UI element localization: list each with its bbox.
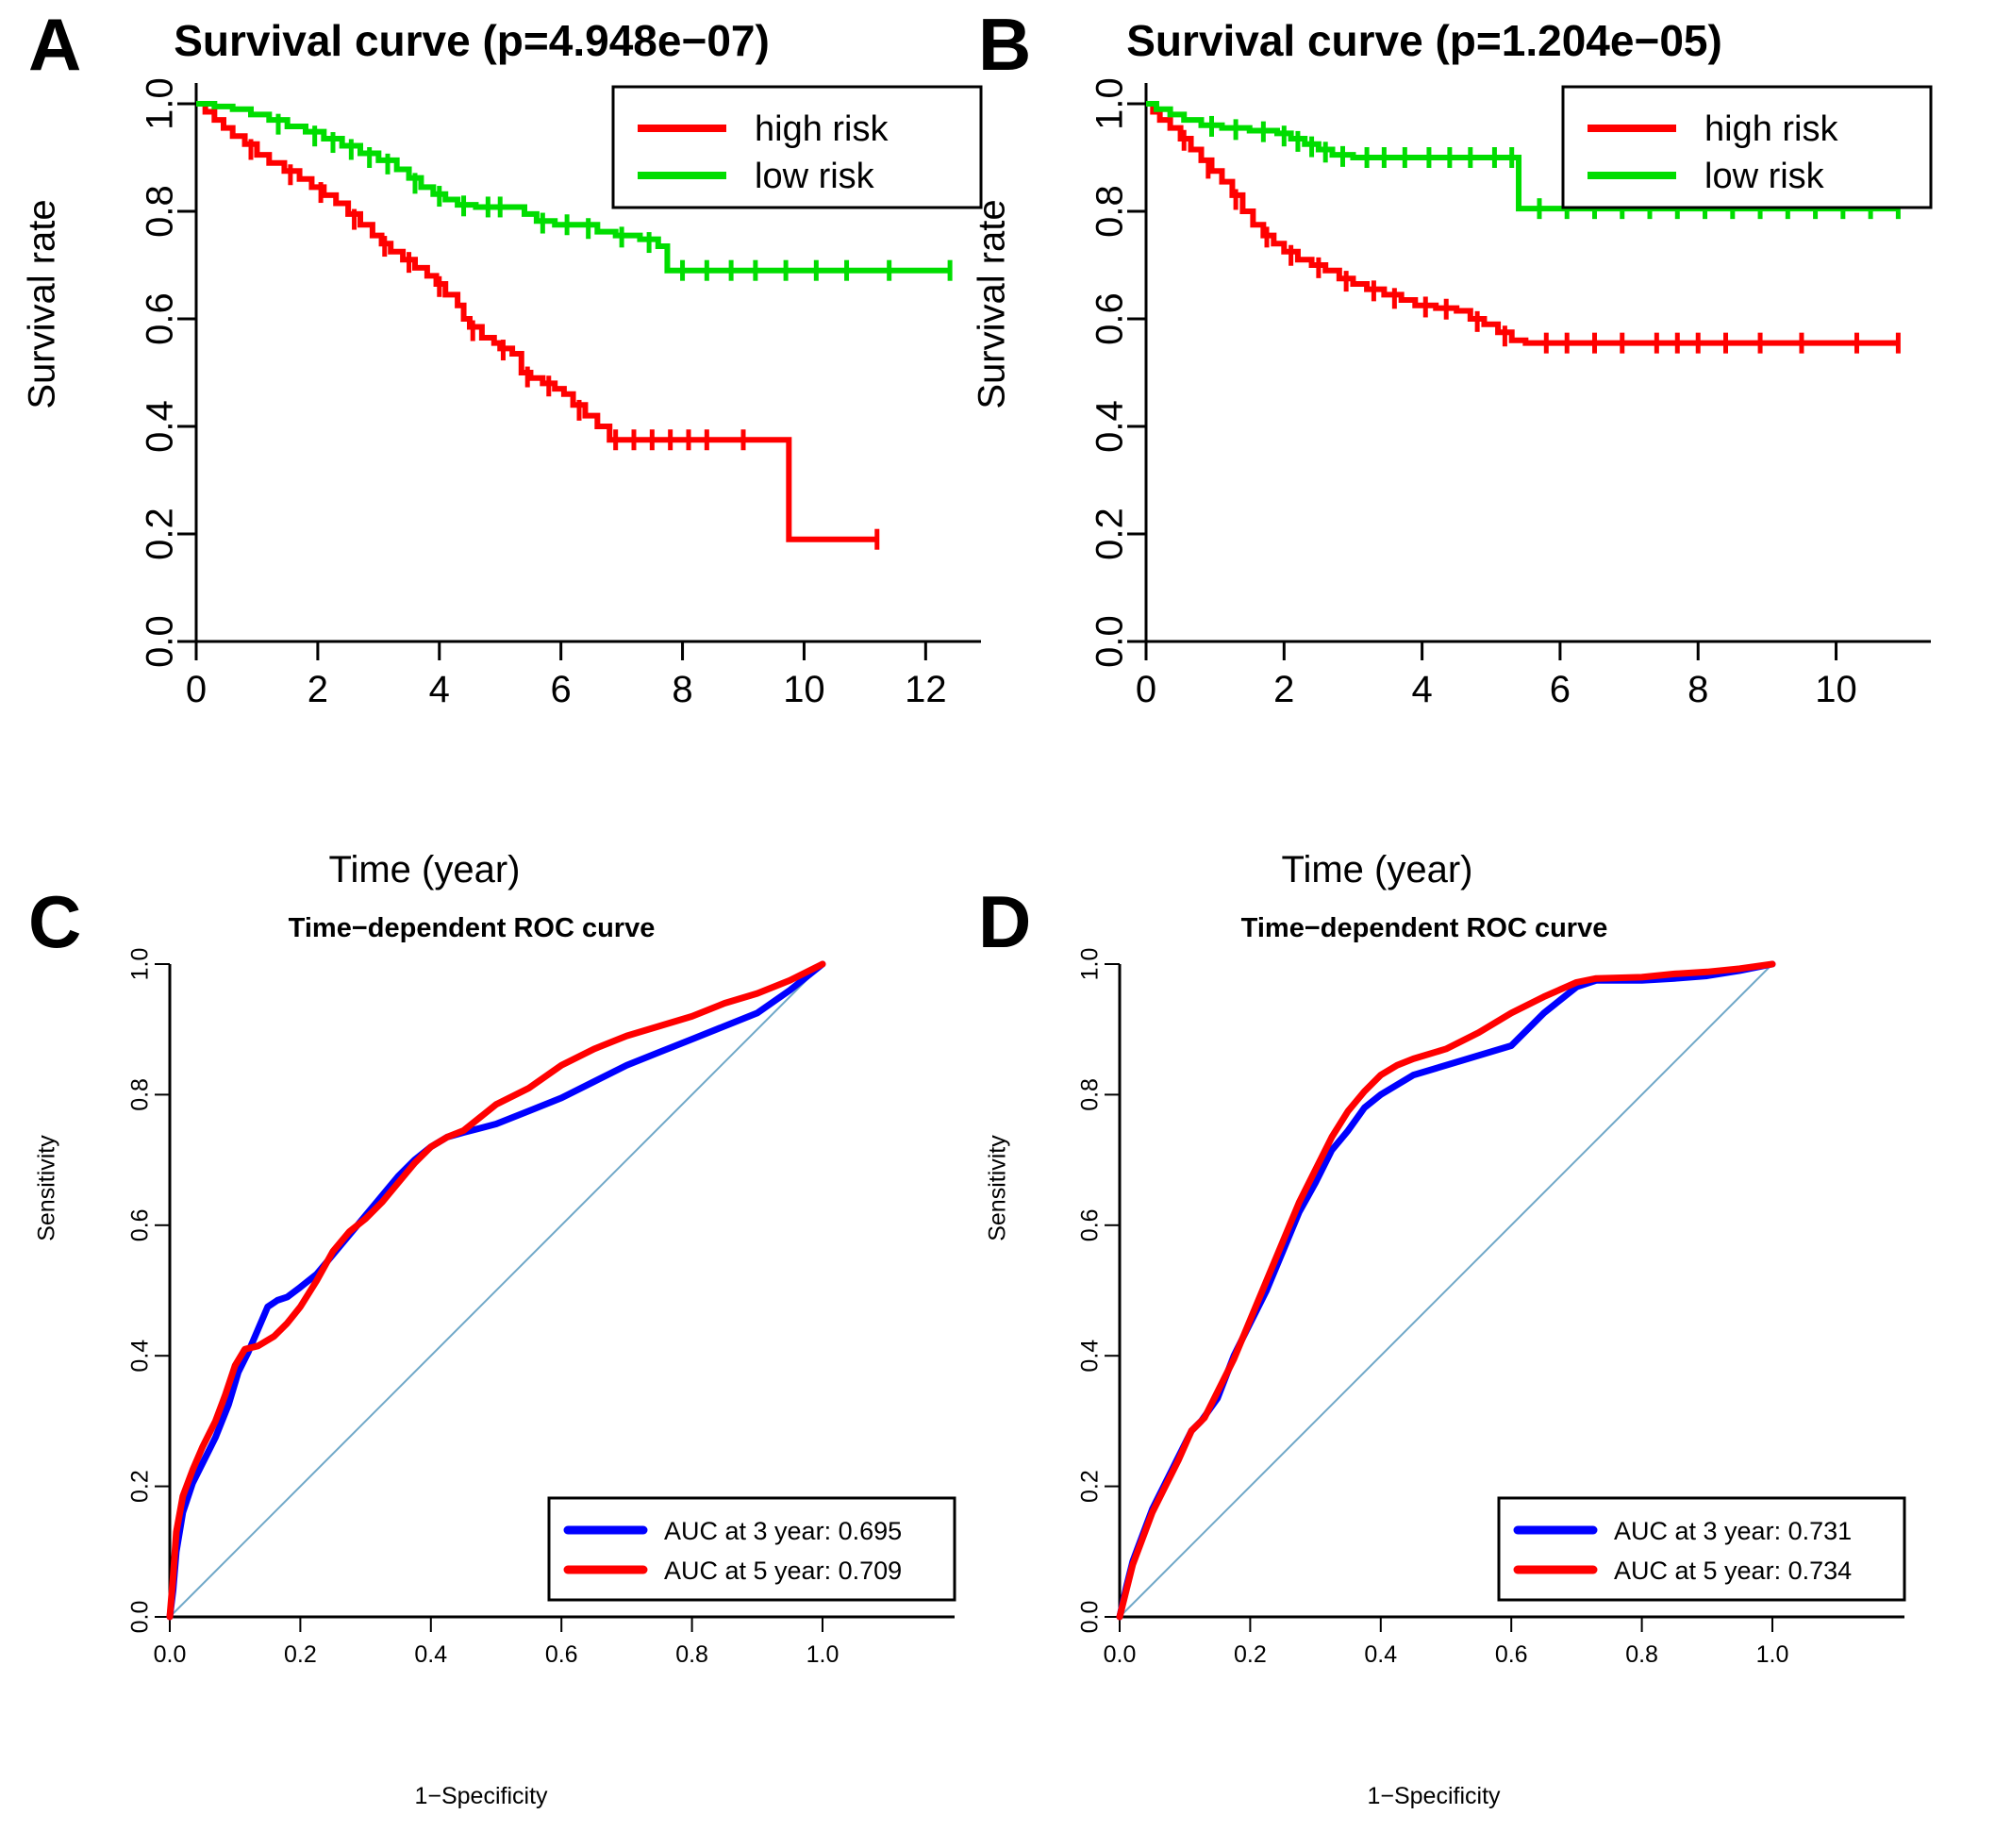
y-tick-label: 0.2 <box>127 1470 154 1503</box>
panel-a-title: Survival curve (p=4.948e−07) <box>174 16 770 65</box>
y-tick-label: 0.4 <box>127 1340 154 1373</box>
legend-label: high risk <box>755 109 889 149</box>
x-tick-label: 4 <box>429 669 450 710</box>
panel-d-title: Time−dependent ROC curve <box>1240 913 1608 943</box>
x-tick-label: 0.8 <box>675 1641 708 1668</box>
x-tick-label: 12 <box>905 669 947 710</box>
y-tick-label: 0.2 <box>1077 1470 1104 1503</box>
panel-a-xlabel: Time (year) <box>328 849 521 891</box>
y-tick-label: 0.8 <box>1077 1078 1104 1111</box>
panel-a-plot: 0.0 0.2 0.4 0.6 0.8 1.0 0 2 4 6 8 10 12 high risk low … <box>140 77 983 710</box>
x-tick-label: 0.4 <box>1364 1641 1397 1668</box>
panel-letter-a: A <box>28 3 82 86</box>
x-tick-label: 0.0 <box>154 1641 187 1668</box>
y-tick-label: 0.8 <box>1089 185 1131 238</box>
x-tick-label: 6 <box>551 669 572 710</box>
x-tick-label: 0.2 <box>284 1641 317 1668</box>
legend-label: AUC at 3 year: 0.695 <box>664 1517 902 1545</box>
x-tick-label: 2 <box>308 669 328 710</box>
y-tick-label: 0.4 <box>1077 1340 1104 1373</box>
x-tick-label: 0 <box>1136 669 1156 710</box>
y-tick-label: 1.0 <box>140 77 181 130</box>
x-tick-label: 1.0 <box>1756 1641 1789 1668</box>
figure-root: A Survival curve (p=4.948e−07) Survival … <box>0 0 1995 1848</box>
y-tick-label: 0.0 <box>1077 1601 1104 1634</box>
y-tick-label: 0.4 <box>1089 400 1131 453</box>
x-tick-label: 1.0 <box>806 1641 840 1668</box>
x-tick-label: 8 <box>1687 669 1708 710</box>
y-tick-label: 0.0 <box>127 1601 154 1634</box>
panel-c-plot: 0.0 0.2 0.4 0.6 0.8 1.0 0.0 0.2 0.4 0.6 0.8 1.0 AUC … <box>127 948 956 1668</box>
panel-d-xlabel: 1−Specificity <box>1367 1783 1501 1809</box>
legend-label: AUC at 5 year: 0.709 <box>664 1557 902 1585</box>
x-tick-label: 10 <box>1815 669 1857 710</box>
y-tick-label: 0.4 <box>140 400 181 453</box>
x-tick-label: 6 <box>1550 669 1571 710</box>
y-tick-label: 1.0 <box>1089 77 1131 130</box>
x-tick-label: 0.6 <box>1495 1641 1528 1668</box>
y-tick-label: 0.6 <box>1089 292 1131 345</box>
x-tick-label: 0.4 <box>414 1641 447 1668</box>
y-tick-label: 0.8 <box>127 1078 154 1111</box>
panel-c-xlabel: 1−Specificity <box>414 1783 548 1809</box>
y-tick-label: 0.6 <box>1077 1208 1104 1241</box>
legend-label: low risk <box>755 157 875 196</box>
legend-label: AUC at 3 year: 0.731 <box>1614 1517 1852 1545</box>
x-tick-label: 0 <box>186 669 207 710</box>
legend-label: low risk <box>1704 157 1825 196</box>
y-tick-label: 0.2 <box>140 508 181 560</box>
panel-b-title: Survival curve (p=1.204e−05) <box>1126 16 1722 65</box>
panel-c-title: Time−dependent ROC curve <box>288 913 656 943</box>
x-tick-label: 10 <box>783 669 825 710</box>
y-tick-label: 0.6 <box>127 1208 154 1241</box>
x-tick-label: 4 <box>1411 669 1432 710</box>
x-tick-label: 2 <box>1273 669 1294 710</box>
y-tick-label: 0.8 <box>140 185 181 238</box>
legend-label: high risk <box>1704 109 1838 149</box>
panel-letter-b: B <box>978 3 1032 86</box>
y-tick-label: 1.0 <box>127 948 154 981</box>
panel-b-xlabel: Time (year) <box>1281 849 1473 891</box>
x-tick-label: 0.8 <box>1625 1641 1658 1668</box>
x-tick-label: 0.2 <box>1234 1641 1267 1668</box>
legend-label: AUC at 5 year: 0.734 <box>1614 1557 1852 1585</box>
y-tick-label: 0.2 <box>1089 508 1131 560</box>
panel-b-plot: 0.0 0.2 0.4 0.6 0.8 1.0 0 2 4 6 8 10 high risk low ri… <box>1089 77 1933 710</box>
y-tick-label: 1.0 <box>1077 948 1104 981</box>
x-tick-label: 0.6 <box>545 1641 578 1668</box>
x-tick-label: 8 <box>672 669 692 710</box>
panel-d-plot: 0.0 0.2 0.4 0.6 0.8 1.0 0.0 0.2 0.4 0.6 0.8 1.0 AUC … <box>1077 948 1906 1668</box>
x-tick-label: 0.0 <box>1104 1641 1137 1668</box>
y-tick-label: 0.6 <box>140 292 181 345</box>
y-tick-label: 0.0 <box>1089 615 1131 668</box>
y-tick-label: 0.0 <box>140 615 181 668</box>
